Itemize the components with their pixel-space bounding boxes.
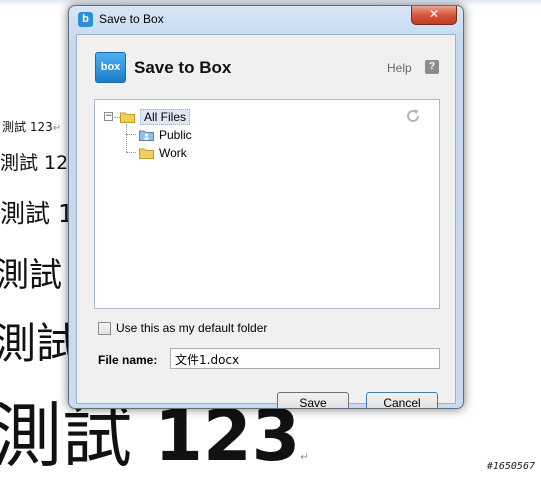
box-logo-icon: box [95, 52, 126, 83]
default-folder-label: Use this as my default folder [116, 321, 268, 335]
document-line-1: 測試 123↵ [2, 120, 62, 134]
tree-connector [126, 124, 127, 152]
folder-icon [139, 147, 154, 159]
tree-item-label: Work [159, 146, 187, 160]
collapse-toggle[interactable]: − [104, 112, 113, 121]
box-app-icon: b [78, 12, 93, 27]
default-folder-checkbox[interactable] [98, 321, 111, 335]
dialog-titlebar[interactable]: b Save to Box ✕ [69, 6, 463, 33]
folder-tree: − All Files Public Work [94, 99, 440, 309]
tree-connector [126, 152, 136, 153]
help-link[interactable]: Help [387, 61, 412, 75]
default-folder-option[interactable]: Use this as my default folder [98, 321, 267, 335]
refresh-icon[interactable] [405, 108, 421, 124]
tree-item-label: All Files [140, 109, 191, 125]
close-button[interactable]: ✕ [411, 6, 457, 25]
watermark-text: #1650567 [486, 461, 535, 472]
folder-icon [120, 111, 135, 123]
dialog-header: box Save to Box Help ? [77, 35, 455, 93]
shared-folder-icon [139, 129, 154, 141]
tree-connector [126, 134, 136, 135]
save-button[interactable]: Save [277, 392, 349, 408]
save-to-box-dialog: b Save to Box ✕ box Save to Box Help ? − [68, 5, 464, 409]
header-title: Save to Box [134, 58, 232, 77]
cancel-button[interactable]: Cancel [366, 392, 438, 408]
tree-item-label: Public [159, 128, 192, 142]
filename-label: File name: [98, 353, 158, 367]
dialog-content: box Save to Box Help ? − All Files Publi… [76, 34, 456, 408]
document-line-5: 測試 [0, 319, 79, 368]
document-line-4: 測試 [0, 255, 62, 294]
document-line-3: 測試 1 [0, 199, 74, 228]
dialog-title: Save to Box [99, 12, 164, 26]
tree-item-public[interactable]: Public [139, 127, 192, 143]
tree-item-work[interactable]: Work [139, 145, 187, 161]
help-icon[interactable]: ? [425, 60, 439, 74]
filename-input[interactable]: 文件1.docx [170, 348, 440, 369]
tree-item-all-files[interactable]: All Files [120, 109, 191, 125]
